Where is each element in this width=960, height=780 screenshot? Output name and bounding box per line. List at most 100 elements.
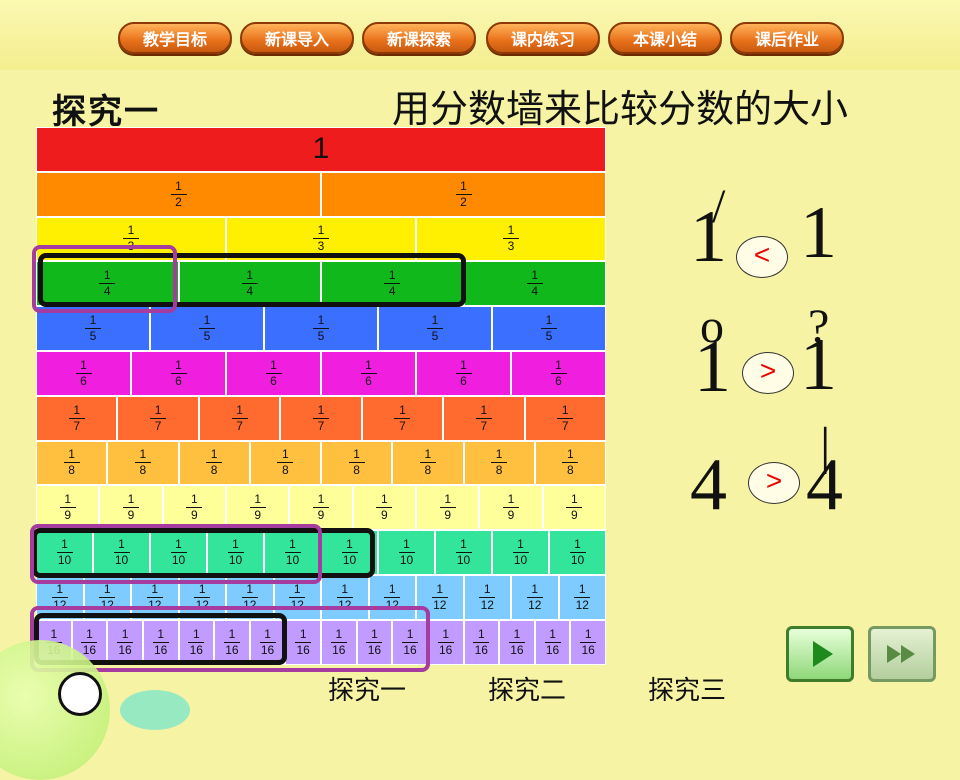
wall-cell-1-10: 1 10 (378, 530, 435, 575)
bottom-link-explore-2[interactable]: 探究二 (488, 670, 566, 707)
highlight-box-five-tenths (30, 524, 322, 584)
fraction-label: 17 (475, 403, 492, 433)
play-button[interactable] (786, 626, 854, 682)
fraction-label: 15 (85, 314, 101, 343)
fraction-label: 116 (544, 626, 561, 657)
fraction-label: 17 (231, 403, 248, 433)
wall-cell-1-6: 16 (321, 351, 416, 396)
fast-forward-button[interactable] (868, 626, 936, 682)
wall-cell-1-9: 19 (352, 485, 416, 531)
compare-symbol-2[interactable]: > (742, 352, 794, 394)
fraction-label: 1 12 (479, 581, 496, 612)
wall-row-2: 12 12 (36, 171, 606, 217)
highlight-box-one-quarter (32, 245, 177, 313)
fraction-label: 17 (68, 403, 85, 433)
fraction-label: 16 (75, 358, 92, 388)
top-nav-bar: 教学目标 新课导入 新课探索 课内练习 本课小结 课后作业 (0, 0, 960, 70)
wall-cell-1-12: 1 12 (463, 575, 511, 620)
fraction-label: 18 (63, 448, 80, 477)
fraction-label: 18 (134, 448, 151, 477)
wall-cell-1-12: 1 12 (511, 575, 559, 620)
wall-cell-1-6: 16 (226, 351, 321, 396)
wall-cell-1-8: 18 (107, 440, 179, 486)
fraction-label: 13 (313, 224, 329, 253)
wall-cell-1-7: 17 (117, 395, 199, 441)
wall-cell-1-6: 16 (416, 351, 511, 396)
nav-button-intro[interactable]: 新课导入 (240, 22, 354, 54)
wall-row-1: 1 (36, 127, 606, 172)
wall-cell-1-6: 16 (36, 351, 131, 396)
wall-cell-1-5: 15 (264, 306, 378, 351)
fraction-glyph-slash: / (712, 180, 726, 233)
cartoon-accessory-shape (120, 690, 190, 730)
wall-cell-1-7: 17 (443, 395, 525, 441)
page-subtitle: 用分数墙来比较分数的大小 (392, 87, 849, 131)
fraction-label: 116 (473, 626, 490, 657)
nav-button-homework[interactable]: 课后作业 (730, 22, 844, 54)
fraction-glyph-right-1: 1 (800, 192, 837, 274)
play-icon (813, 641, 833, 667)
bottom-link-explore-3[interactable]: 探究三 (648, 670, 726, 707)
wall-cell-1-4: 14 (463, 261, 606, 307)
wall-cell-1-8: 18 (178, 440, 250, 486)
nav-button-practice[interactable]: 课内练习 (486, 22, 600, 54)
wall-cell-1-10: 1 10 (435, 530, 492, 575)
fraction-label: 18 (348, 448, 365, 477)
bottom-link-explore-1[interactable]: 探究一 (328, 670, 406, 707)
wall-cell-label: 1 (312, 132, 330, 166)
wall-cell-1-10: 1 10 (492, 530, 549, 575)
fraction-label: 16 (265, 358, 282, 388)
compare-symbol-1[interactable]: < (736, 236, 788, 278)
nav-button-teaching-goals[interactable]: 教学目标 (118, 22, 232, 54)
wall-cell-1-7: 17 (361, 395, 444, 441)
fraction-label: 1 10 (512, 537, 529, 568)
wall-cell-1-8: 18 (534, 440, 606, 486)
wall-cell-1-7: 17 (524, 395, 606, 441)
wall-cell-1-8: 18 (321, 440, 393, 486)
fraction-label: 1 12 (431, 581, 448, 612)
wall-cell-1-9: 19 (542, 485, 606, 531)
fraction-label: 19 (249, 493, 266, 522)
wall-row-7: 17 17 17 17 17 17 17 (36, 395, 606, 441)
wall-cell-1-8: 18 (392, 440, 464, 486)
wall-cell-1-7: 17 (280, 395, 362, 441)
wall-cell-1-2: 12 (36, 171, 321, 217)
wall-cell-1-12: 1 12 (558, 575, 606, 620)
wall-cell-1-5: 15 (378, 306, 492, 351)
wall-cell-1-9: 19 (416, 485, 480, 531)
fraction-label: 19 (376, 493, 393, 522)
wall-cell-1-7: 17 (36, 395, 118, 441)
wall-cell-1-7: 17 (198, 395, 281, 441)
wall-cell-1-2: 12 (321, 171, 606, 217)
fraction-label: 18 (419, 448, 436, 477)
fraction-label: 18 (277, 448, 294, 477)
section-title: 探究一 (52, 92, 160, 132)
fraction-label: 1 10 (455, 537, 472, 568)
compare-symbol-3[interactable]: > (748, 462, 800, 504)
fraction-label: 13 (503, 224, 519, 253)
fraction-label: 15 (541, 314, 557, 343)
fraction-glyph-left-3: 4 (690, 444, 727, 526)
wall-cell-1-8: 18 (36, 440, 108, 486)
fraction-label: 15 (199, 314, 215, 343)
wall-cell-1-9: 19 (479, 485, 543, 531)
wall-cell-1-6: 16 (131, 351, 226, 396)
wall-cell-1-5: 15 (492, 306, 606, 351)
fraction-label: 1 12 (526, 581, 543, 612)
wall-row-6: 16 16 16 16 16 16 (36, 351, 606, 396)
nav-button-explore[interactable]: 新课探索 (362, 22, 476, 54)
fraction-label: 12 (170, 179, 187, 209)
fraction-label: 16 (360, 358, 377, 388)
fraction-label: 19 (312, 493, 329, 522)
fraction-label: 19 (59, 493, 76, 522)
fraction-label: 12 (455, 179, 472, 209)
fraction-label: 19 (122, 493, 139, 522)
nav-button-summary[interactable]: 本课小结 (608, 22, 722, 54)
fraction-label: 18 (206, 448, 223, 477)
fraction-label: 17 (557, 403, 574, 433)
fraction-label: 16 (170, 358, 187, 388)
fraction-label: 16 (455, 358, 472, 388)
fraction-label: 116 (437, 626, 454, 657)
fast-forward-icon (887, 645, 915, 663)
wall-cell-1-16: 116 (534, 619, 571, 665)
